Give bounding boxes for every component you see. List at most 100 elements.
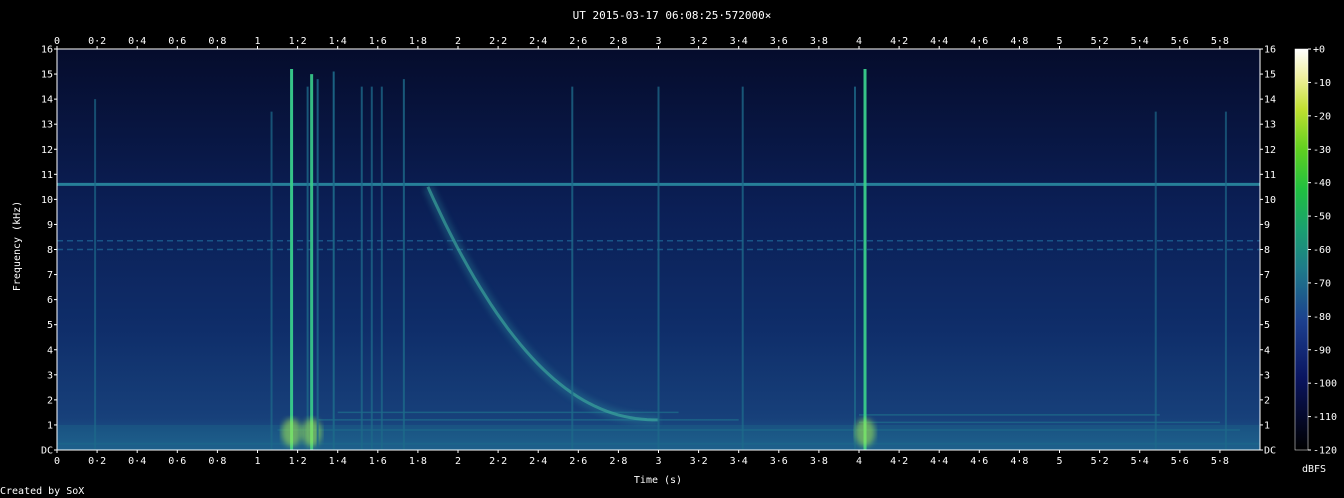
x-tick-label-top: 4·2 (890, 36, 908, 47)
y-tick-label-left: DC (41, 446, 53, 457)
y-tick-label-left: 6 (47, 295, 53, 306)
x-axis-bottom: 0 0·2 0·4 0·6 0·8 1 1·2 1·4 1·6 1·8 2 2·2 2·4 2·6 2·8 3… (54, 450, 1229, 467)
colorbar-ticks: +0 -10 -20 -30 -40 -50 -60 -70 -80 -90 -100 -110 -12… (1308, 45, 1337, 457)
x-tick-label-top: 1 (254, 36, 260, 47)
x-tick-label-bottom: 4·8 (1010, 456, 1028, 467)
colorbar-tick-label: -40 (1313, 178, 1331, 189)
y-axis-label: Frequency (kHz) (12, 201, 23, 291)
y-tick-label-left: 11 (41, 170, 53, 181)
y-tick-label-left: 3 (47, 370, 53, 381)
x-tick-label-bottom: 1 (254, 456, 260, 467)
colorbar-tick-label: -110 (1313, 412, 1337, 423)
y-tick-label-left: 15 (41, 70, 53, 81)
colorbar-tick-label: -50 (1313, 212, 1331, 223)
x-tick-label-bottom: 4 (856, 456, 862, 467)
y-tick-label-left: 4 (47, 345, 53, 356)
x-tick-label-bottom: 2 (455, 456, 461, 467)
x-tick-label-bottom: 1·8 (409, 456, 427, 467)
x-tick-label-bottom: 0·4 (128, 456, 146, 467)
x-tick-label-bottom: 3·4 (730, 456, 748, 467)
x-tick-label-bottom: 0 (54, 456, 60, 467)
colorbar-tick-label: -100 (1313, 379, 1337, 390)
x-tick-label-bottom: 5 (1056, 456, 1062, 467)
sferic-burst (855, 418, 876, 447)
colorbar-tick-label: -60 (1313, 245, 1331, 256)
x-tick-label-bottom: 2·6 (569, 456, 587, 467)
spectrogram-figure: UT 2015-03-17 06:08:25·572000× 0 0·2 0·4 0·… (0, 9, 1337, 497)
x-tick-label-bottom: 3·8 (810, 456, 828, 467)
x-tick-label-top: 2·2 (489, 36, 507, 47)
x-tick-label-bottom: 3·2 (690, 456, 708, 467)
colorbar-tick-label: -80 (1313, 312, 1331, 323)
colorbar-tick-label: -120 (1313, 446, 1337, 457)
colorbar-label: dBFS (1302, 464, 1326, 475)
x-tick-label-top: 1·6 (369, 36, 387, 47)
x-tick-label-top: 2·8 (609, 36, 627, 47)
colorbar-tick-label: -90 (1313, 345, 1331, 356)
x-tick-label-bottom: 2·4 (529, 456, 547, 467)
x-tick-label-top: 3·6 (770, 36, 788, 47)
x-tick-label-bottom: 4·4 (930, 456, 948, 467)
y-tick-label-left: 7 (47, 270, 53, 281)
x-tick-label-top: 5·6 (1171, 36, 1189, 47)
y-tick-label-right: 2 (1264, 395, 1270, 406)
x-tick-label-bottom: 5·6 (1171, 456, 1189, 467)
x-tick-label-bottom: 3 (655, 456, 661, 467)
y-tick-label-right: 12 (1264, 145, 1276, 156)
y-tick-label-left: 1 (47, 420, 53, 431)
y-tick-label-right: 1 (1264, 420, 1270, 431)
y-tick-label-right: 5 (1264, 320, 1270, 331)
y-tick-label-right: 4 (1264, 345, 1270, 356)
x-tick-label-bottom: 4·2 (890, 456, 908, 467)
x-tick-label-top: 2·4 (529, 36, 547, 47)
x-tick-label-bottom: 3·6 (770, 456, 788, 467)
x-tick-label-top: 0 (54, 36, 60, 47)
plot-area (56, 48, 1261, 451)
x-tick-label-bottom: 0·6 (168, 456, 186, 467)
y-tick-label-right: 10 (1264, 195, 1276, 206)
y-tick-label-left: 9 (47, 220, 53, 231)
x-tick-label-top: 5·4 (1131, 36, 1149, 47)
x-tick-label-top: 1·4 (329, 36, 347, 47)
x-tick-label-bottom: 4·6 (970, 456, 988, 467)
colorbar-gradient (1294, 48, 1309, 451)
y-tick-label-left: 13 (41, 120, 53, 131)
x-tick-label-bottom: 1·6 (369, 456, 387, 467)
y-tick-label-right: 11 (1264, 170, 1276, 181)
y-tick-label-right: 15 (1264, 70, 1276, 81)
sferic-burst (281, 418, 302, 447)
x-tick-label-top: 4 (856, 36, 862, 47)
x-tick-label-bottom: 0·2 (88, 456, 106, 467)
y-tick-label-right: 3 (1264, 370, 1270, 381)
x-tick-label-bottom: 1·2 (289, 456, 307, 467)
x-tick-label-top: 0·4 (128, 36, 146, 47)
y-tick-label-right: 13 (1264, 120, 1276, 131)
x-tick-label-top: 0·2 (88, 36, 106, 47)
colorbar-tick-label: -10 (1313, 78, 1331, 89)
x-tick-label-bottom: 2·8 (609, 456, 627, 467)
x-tick-label-top: 4·8 (1010, 36, 1028, 47)
x-tick-label-top: 0·8 (208, 36, 226, 47)
x-tick-label-bottom: 5·4 (1131, 456, 1149, 467)
x-tick-label-top: 5·2 (1091, 36, 1109, 47)
colorbar-tick-label: -30 (1313, 145, 1331, 156)
y-tick-label-right: 9 (1264, 220, 1270, 231)
y-tick-label-left: 12 (41, 145, 53, 156)
x-axis-top: 0 0·2 0·4 0·6 0·8 1 1·2 1·4 1·6 1·8 2 2·2 2·4 2·6 2·8 3… (54, 36, 1229, 49)
x-tick-label-top: 2·6 (569, 36, 587, 47)
x-tick-label-bottom: 5·8 (1211, 456, 1229, 467)
chart-title: UT 2015-03-17 06:08:25·572000× (573, 9, 772, 22)
x-tick-label-top: 5·8 (1211, 36, 1229, 47)
y-tick-label-right: 7 (1264, 270, 1270, 281)
colorbar-tick-label: +0 (1313, 45, 1325, 56)
x-tick-label-top: 3 (655, 36, 661, 47)
y-axis-left: DC12345678910111213141516 (41, 45, 57, 457)
x-tick-label-bottom: 0·8 (208, 456, 226, 467)
y-tick-label-left: 2 (47, 395, 53, 406)
colorbar-tick-label: -20 (1313, 111, 1331, 122)
x-tick-label-top: 5 (1056, 36, 1062, 47)
x-tick-label-top: 2 (455, 36, 461, 47)
y-tick-label-left: 10 (41, 195, 53, 206)
y-tick-label-left: 16 (41, 45, 53, 56)
y-tick-label-left: 8 (47, 245, 53, 256)
